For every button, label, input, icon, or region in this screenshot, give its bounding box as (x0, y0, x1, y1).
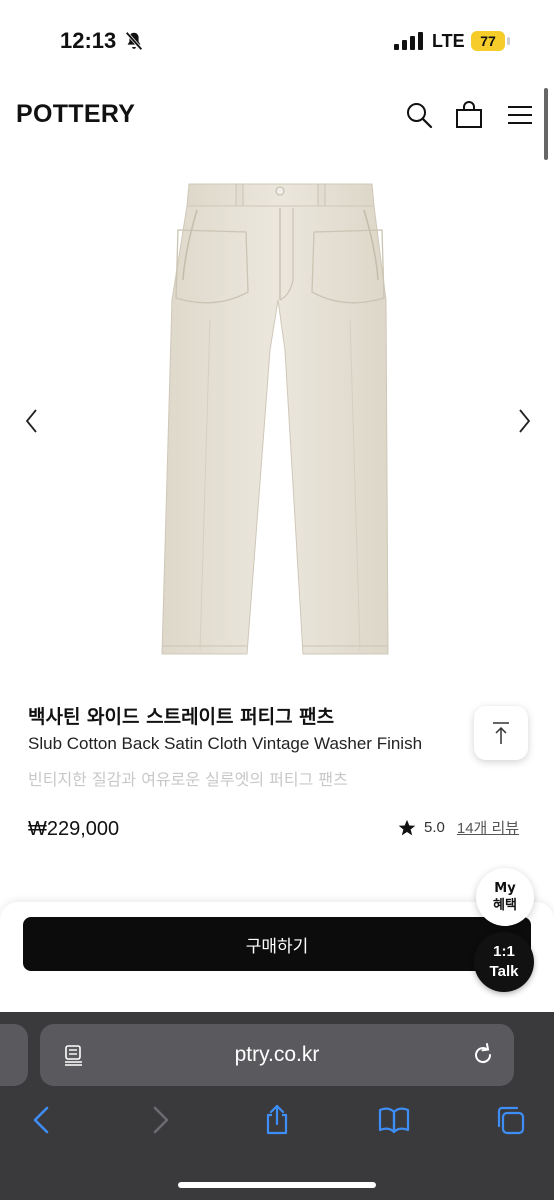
purchase-panel: 구매하기 (0, 902, 554, 1012)
my-benefit-line2: 혜택 (493, 898, 517, 913)
one-to-one-talk-button[interactable]: 1:1 Talk (474, 932, 534, 992)
my-benefit-line1: My (494, 881, 516, 896)
star-icon (398, 819, 416, 835)
browser-toolbar: ptry.co.kr (0, 1012, 554, 1200)
site-header: POTTERY (0, 80, 554, 152)
back-icon[interactable] (26, 1104, 58, 1136)
search-icon[interactable] (404, 100, 434, 130)
rating-value: 5.0 (424, 819, 445, 836)
network-type: LTE (432, 31, 465, 51)
product-price: ₩229,000 (28, 818, 120, 840)
page-scrollbar[interactable] (544, 88, 548, 160)
share-icon[interactable] (261, 1104, 293, 1136)
previous-tab-preview[interactable] (0, 1024, 28, 1086)
brand-logo[interactable]: POTTERY (16, 100, 135, 129)
talk-line1: 1:1 (493, 943, 515, 960)
battery-icon: 77 (471, 31, 511, 51)
product-gallery[interactable] (0, 160, 554, 680)
bell-off-icon (125, 31, 143, 51)
product-image (161, 183, 389, 655)
menu-icon[interactable] (505, 100, 535, 130)
signal-icon (394, 32, 423, 50)
tabs-icon[interactable] (494, 1104, 526, 1136)
bookmarks-icon[interactable] (378, 1104, 410, 1136)
chevron-right-icon[interactable] (514, 406, 534, 436)
reload-icon[interactable] (470, 1042, 496, 1068)
talk-line2: Talk (489, 963, 519, 980)
product-title-english: Slub Cotton Back Satin Cloth Vintage Was… (28, 734, 423, 753)
battery-level: 77 (471, 31, 505, 51)
product-rating: 5.0 14개 리뷰 (398, 817, 519, 838)
buy-button[interactable]: 구매하기 (23, 917, 531, 971)
review-count-link[interactable]: 14개 리뷰 (457, 817, 519, 838)
product-title-korean: 백사틴 와이드 스트레이트 퍼티그 팬츠 (28, 706, 335, 728)
status-bar: 12:13 LTE 77 (0, 0, 554, 80)
arrow-up-icon (493, 722, 509, 744)
my-benefit-button[interactable]: My 혜택 (476, 868, 534, 926)
url-text[interactable]: ptry.co.kr (40, 1024, 514, 1086)
address-bar[interactable]: ptry.co.kr (40, 1024, 514, 1086)
chevron-left-icon[interactable] (22, 406, 42, 436)
product-subtitle: 빈티지한 질감과 여유로운 실루엣의 퍼티그 팬츠 (28, 770, 348, 789)
status-time: 12:13 (60, 28, 117, 53)
scroll-to-top-button[interactable] (474, 706, 528, 760)
page-menu-icon[interactable] (62, 1043, 86, 1067)
shopping-bag-icon[interactable] (454, 100, 484, 130)
home-indicator[interactable] (178, 1182, 376, 1188)
forward-icon[interactable] (144, 1104, 176, 1136)
